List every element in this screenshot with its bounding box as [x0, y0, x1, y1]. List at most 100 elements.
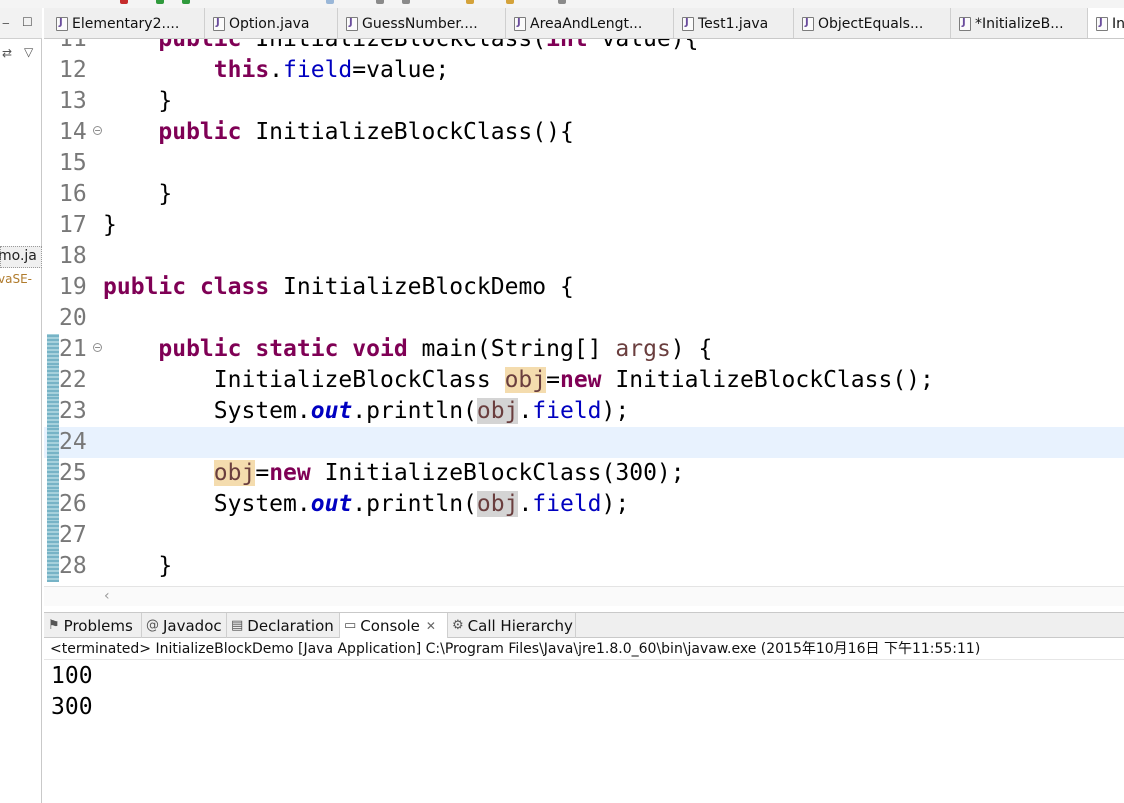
- minimize-icon[interactable]: ‒: [2, 16, 10, 30]
- toolbar-icon[interactable]: [506, 0, 514, 4]
- declaration-icon: ▤: [231, 618, 244, 633]
- code-text: public class InitializeBlockDemo {: [103, 274, 574, 300]
- code-line[interactable]: 23 System.out.println(obj.field);: [44, 396, 1124, 427]
- quick-diff-marker: [47, 365, 59, 396]
- code-line[interactable]: 11 public InitializeBlockClass(int value…: [44, 39, 1124, 55]
- code-line[interactable]: 25 obj=new InitializeBlockClass(300);: [44, 458, 1124, 489]
- link-editor-icon[interactable]: ⇄: [2, 46, 12, 60]
- code-line[interactable]: 16 }: [44, 179, 1124, 210]
- code-text: }: [103, 553, 173, 579]
- scroll-left-icon[interactable]: ‹: [104, 588, 110, 604]
- java-file-icon: [682, 16, 694, 31]
- fold-collapse-icon[interactable]: −: [93, 126, 102, 135]
- line-number: 22: [59, 367, 87, 393]
- code-line[interactable]: 26 System.out.println(obj.field);: [44, 489, 1124, 520]
- editor-tab[interactable]: GuessNumber....: [338, 8, 506, 38]
- eclipse-window: ‒ ☐ ⇄ ▽ mo.ja vaSE- Elementary2.... Opti…: [0, 0, 1124, 803]
- package-explorer-pane: ‒ ☐ ⇄ ▽ mo.ja vaSE-: [0, 8, 42, 803]
- line-number: 25: [59, 460, 87, 486]
- toolbar-icon[interactable]: [402, 0, 410, 4]
- line-number: 26: [59, 491, 87, 517]
- editor-tab-label: *InitializeB...: [975, 15, 1064, 32]
- code-text: System.out.println(obj.field);: [213, 491, 630, 517]
- tab-call-hierarchy[interactable]: ⚙ Call Hierarchy: [448, 613, 576, 638]
- tab-label: Console: [360, 616, 420, 635]
- toolbar-icon[interactable]: [326, 0, 334, 4]
- tab-console[interactable]: ▭ Console ✕: [340, 613, 448, 638]
- code-line[interactable]: 20: [44, 303, 1124, 334]
- toolbar-icon[interactable]: [182, 0, 190, 4]
- java-file-icon: [346, 16, 358, 31]
- editor-tab-label: Test1.java: [698, 15, 769, 32]
- quick-diff-marker: [47, 551, 59, 582]
- tab-javadoc[interactable]: @ Javadoc: [142, 613, 227, 638]
- toolbar-icon[interactable]: [120, 0, 128, 4]
- maximize-icon[interactable]: ☐: [22, 15, 33, 29]
- tab-label: Javadoc: [163, 616, 222, 635]
- code-line[interactable]: 27: [44, 520, 1124, 551]
- left-pane-tabbar: ‒ ☐: [0, 8, 42, 39]
- code-line[interactable]: 15: [44, 148, 1124, 179]
- java-file-icon: [56, 16, 68, 31]
- editor-tab[interactable]: Test1.java: [674, 8, 794, 38]
- code-text: public InitializeBlockClass(){: [158, 119, 574, 145]
- line-number: 15: [59, 150, 87, 176]
- code-line[interactable]: 22 InitializeBlockClass obj=new Initiali…: [44, 365, 1124, 396]
- code-line-current[interactable]: 24: [44, 427, 1124, 458]
- code-text: }: [103, 212, 117, 238]
- quick-diff-marker: [47, 396, 59, 427]
- java-file-icon: [514, 16, 526, 31]
- editor-tab-label: Option.java: [229, 15, 310, 32]
- code-line[interactable]: 19 public class InitializeBlockDemo {: [44, 272, 1124, 303]
- tree-item-library[interactable]: vaSE-: [0, 272, 32, 286]
- fold-collapse-icon[interactable]: −: [93, 343, 102, 352]
- code-line[interactable]: 13 }: [44, 86, 1124, 117]
- toolbar-icon[interactable]: [156, 0, 164, 4]
- bottom-panel-tab-bar: ⚑ Problems @ Javadoc ▤ Declaration ▭ Con…: [44, 612, 1124, 638]
- editor-tab[interactable]: Option.java: [205, 8, 338, 38]
- java-file-icon: [1096, 17, 1108, 31]
- editor-tab-label: In: [1112, 16, 1124, 32]
- code-line[interactable]: 18: [44, 241, 1124, 272]
- at-icon: @: [146, 618, 159, 633]
- editor-tab[interactable]: AreaAndLengt...: [506, 8, 674, 38]
- console-output-line: 100: [51, 663, 93, 689]
- code-line[interactable]: 21 − public static void main(String[] ar…: [44, 334, 1124, 365]
- editor-tab[interactable]: ObjectEquals...: [794, 8, 951, 38]
- toolbar-icon[interactable]: [466, 0, 474, 4]
- view-menu-icon[interactable]: ▽: [24, 45, 33, 59]
- horizontal-scrollbar[interactable]: ‹: [44, 586, 1124, 606]
- console-output[interactable]: 100 300: [44, 660, 1124, 803]
- code-text: }: [103, 181, 173, 207]
- code-text: InitializeBlockClass obj=new InitializeB…: [213, 367, 934, 393]
- toolbar-icon[interactable]: [376, 0, 384, 4]
- tab-label: Declaration: [247, 616, 334, 635]
- line-number: 24: [59, 429, 87, 455]
- code-line[interactable]: 17 }: [44, 210, 1124, 241]
- code-text: System.out.println(obj.field);: [213, 398, 630, 424]
- line-number: 19: [59, 274, 87, 300]
- code-editor[interactable]: 11 public InitializeBlockClass(int value…: [44, 39, 1124, 586]
- code-text: public InitializeBlockClass(int value){: [158, 39, 699, 52]
- editor-tab[interactable]: *InitializeB...: [951, 8, 1088, 38]
- problems-icon: ⚑: [48, 618, 60, 633]
- code-line[interactable]: 12 this.field=value;: [44, 55, 1124, 86]
- tab-declaration[interactable]: ▤ Declaration: [227, 613, 340, 638]
- editor-tab[interactable]: Elementary2....: [48, 8, 205, 38]
- java-file-icon: [959, 16, 971, 31]
- tree-item-file[interactable]: mo.ja: [0, 248, 37, 264]
- call-hierarchy-icon: ⚙: [452, 618, 464, 633]
- line-number: 20: [59, 305, 87, 331]
- line-number: 11: [59, 39, 87, 52]
- editor-tab-label: Elementary2....: [72, 15, 180, 32]
- code-line[interactable]: 28 }: [44, 551, 1124, 582]
- line-number: 23: [59, 398, 87, 424]
- editor-tab-active[interactable]: In: [1088, 8, 1124, 38]
- console-process-label: <terminated> InitializeBlockDemo [Java A…: [44, 638, 1124, 660]
- toolbar-icon[interactable]: [558, 0, 566, 4]
- quick-diff-marker: [47, 334, 59, 365]
- line-number: 12: [59, 57, 87, 83]
- code-line[interactable]: 14 − public InitializeBlockClass(){: [44, 117, 1124, 148]
- tab-problems[interactable]: ⚑ Problems: [44, 613, 142, 638]
- close-icon[interactable]: ✕: [426, 619, 436, 633]
